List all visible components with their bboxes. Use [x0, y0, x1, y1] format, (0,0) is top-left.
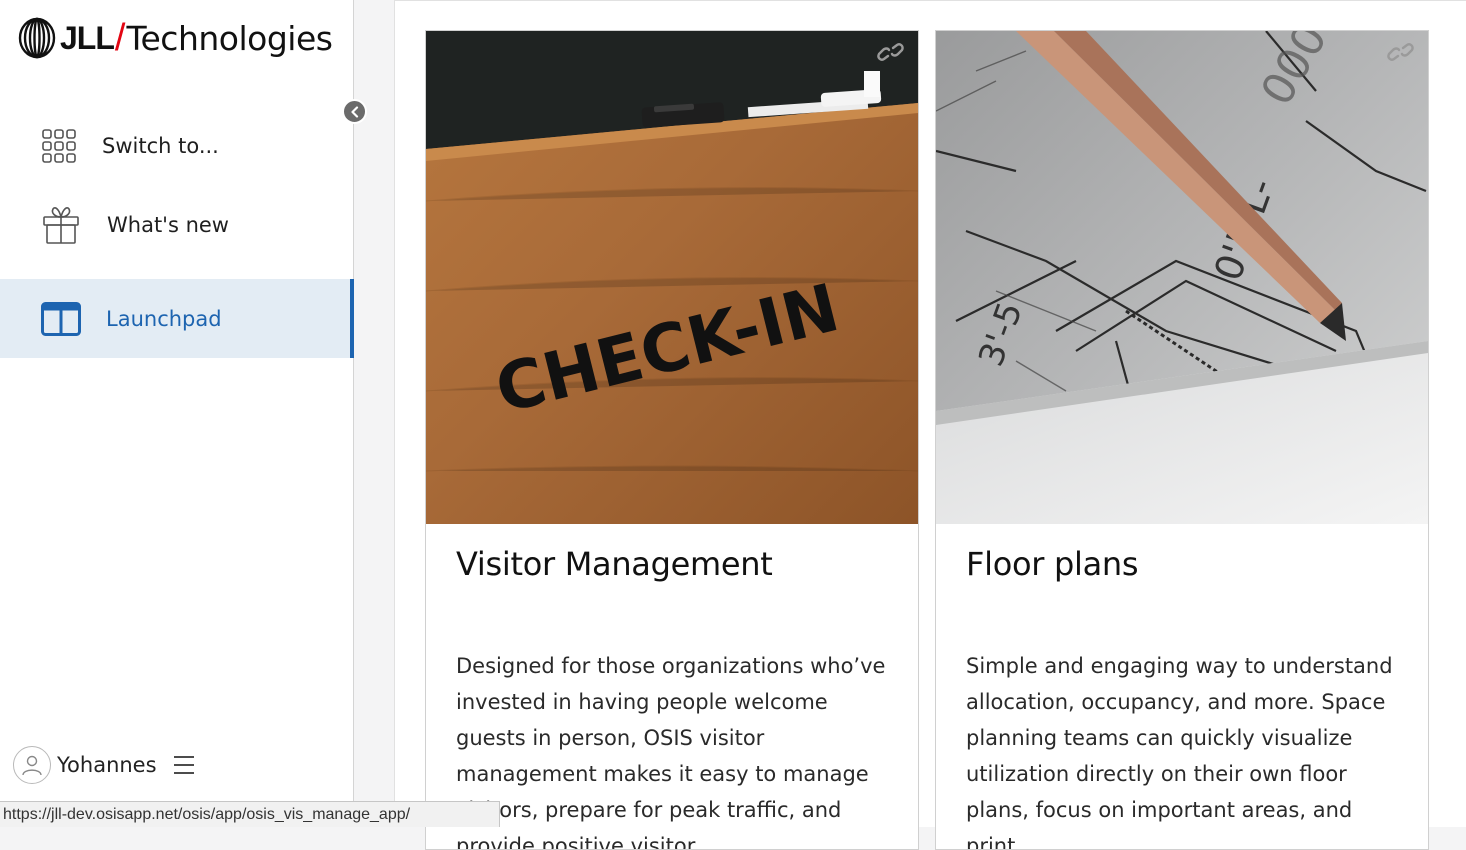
sidebar-item-label: Switch to...	[102, 134, 219, 158]
card-title: Floor plans	[966, 545, 1139, 583]
card-image-blueprint: 3'-5 000 0'5 L-	[936, 31, 1428, 524]
layout-icon	[41, 301, 81, 336]
app-card-floor-plans[interactable]: 3'-5 000 0'5 L- Floor plans Simple and e…	[935, 30, 1429, 850]
chevron-left-icon	[350, 105, 358, 118]
sidebar: JLL / Technologies Switch to... What's n…	[0, 0, 354, 827]
user-profile[interactable]: Yohannes	[13, 746, 195, 784]
user-name: Yohannes	[57, 753, 157, 777]
logo-jll-text: JLL	[60, 19, 115, 56]
card-title: Visitor Management	[456, 545, 773, 583]
sidebar-item-switch-to[interactable]: Switch to...	[0, 118, 354, 174]
card-description: Simple and engaging way to understand al…	[966, 654, 1393, 850]
jll-technologies-logo[interactable]: JLL / Technologies	[18, 14, 333, 62]
sidebar-item-whats-new[interactable]: What's new	[0, 196, 354, 254]
status-bar-url: https://jll-dev.osisapp.net/osis/app/osi…	[0, 801, 500, 827]
user-icon	[22, 755, 42, 776]
gift-icon	[43, 207, 79, 244]
app-card-visitor-management[interactable]: CHECK-IN Visitor Management Designed for…	[425, 30, 919, 850]
card-description: Designed for those organizations who’ve …	[456, 654, 886, 850]
link-icon[interactable]	[876, 41, 906, 63]
collapse-sidebar-button[interactable]	[342, 99, 367, 124]
card-image-check-in: CHECK-IN	[426, 31, 918, 524]
sidebar-item-launchpad[interactable]: Launchpad	[0, 279, 354, 358]
logo-technologies-text: Technologies	[126, 18, 333, 58]
link-icon[interactable]	[1386, 41, 1416, 63]
grid-icon	[42, 129, 76, 163]
avatar[interactable]	[13, 746, 51, 784]
sidebar-item-label: Launchpad	[106, 306, 222, 331]
sidebar-item-label: What's new	[107, 213, 229, 237]
hamburger-menu-icon[interactable]	[173, 755, 195, 775]
logo-slash: /	[114, 16, 126, 59]
jll-logo-icon	[18, 17, 56, 59]
